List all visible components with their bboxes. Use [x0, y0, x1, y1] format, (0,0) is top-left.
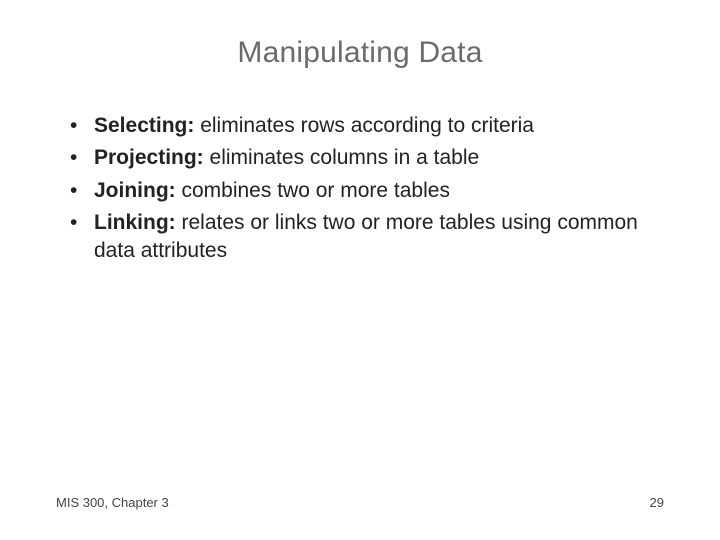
list-item: Selecting: eliminates rows according to … [66, 112, 664, 140]
footer-left: MIS 300, Chapter 3 [56, 495, 169, 510]
list-item: Linking: relates or links two or more ta… [66, 209, 664, 266]
bullet-list: Selecting: eliminates rows according to … [56, 112, 664, 266]
bullet-term: Selecting: [94, 114, 194, 137]
slide-title: Manipulating Data [56, 36, 664, 70]
list-item: Projecting: eliminates columns in a tabl… [66, 144, 664, 172]
list-item: Joining: combines two or more tables [66, 177, 664, 205]
bullet-desc: combines two or more tables [176, 179, 450, 202]
bullet-desc: relates or links two or more tables usin… [94, 211, 638, 262]
bullet-term: Linking: [94, 211, 176, 234]
bullet-term: Projecting: [94, 146, 204, 169]
bullet-desc: eliminates columns in a table [204, 146, 479, 169]
bullet-term: Joining: [94, 179, 176, 202]
footer-page-number: 29 [650, 495, 664, 510]
bullet-desc: eliminates rows according to criteria [194, 114, 534, 137]
slide-footer: MIS 300, Chapter 3 29 [56, 495, 664, 510]
